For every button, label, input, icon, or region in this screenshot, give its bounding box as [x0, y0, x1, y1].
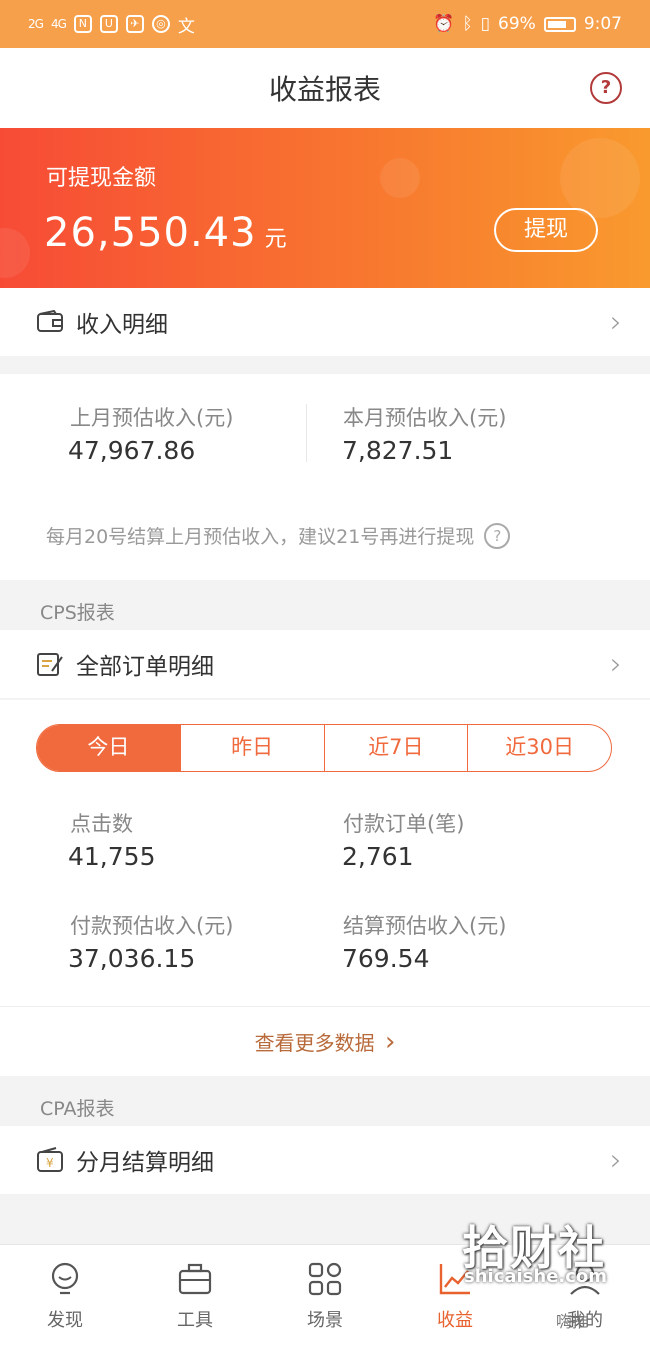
settled-income-value: 769.54: [342, 944, 430, 973]
briefcase-icon: [178, 1263, 212, 1295]
paid-orders-label: 付款订单(笔): [343, 812, 465, 836]
withdraw-button[interactable]: 提现: [494, 208, 598, 252]
page-title: 收益报表: [268, 73, 381, 106]
tab-tools[interactable]: 工具: [130, 1245, 260, 1347]
chevron-right-icon: ›: [610, 646, 622, 682]
translate-icon: 文: [177, 16, 195, 37]
vertical-divider: [306, 404, 307, 462]
status-left: 2G 4G N U ✈ ◎ 文: [28, 12, 195, 37]
grid-icon: [308, 1262, 342, 1296]
monthly-settlement-row[interactable]: ¥ 分月结算明细 ›: [0, 1126, 650, 1194]
last-month-label: 上月预估收入(元): [70, 406, 234, 430]
battery-percent: 69%: [498, 14, 536, 34]
nav-bar: 收益报表 ?: [0, 48, 650, 128]
signal-4g-icon: 4G: [50, 17, 67, 31]
tab-discover[interactable]: 发现: [0, 1245, 130, 1347]
amount-value: 26,550.43: [44, 210, 257, 256]
signal-2g-icon: 2G: [28, 17, 44, 31]
settlement-note-text: 每月20号结算上月预估收入，建议21号再进行提现: [46, 526, 475, 548]
settlement-note: 每月20号结算上月预估收入，建议21号再进行提现 ?: [46, 522, 511, 549]
paid-orders-value: 2,761: [342, 842, 414, 871]
status-right: ⏰ ᛒ ▯ 69% 9:07: [433, 14, 622, 34]
more-data-link[interactable]: 查看更多数据 ›: [0, 1006, 650, 1076]
this-month-value: 7,827.51: [342, 436, 454, 465]
app-notification-icon: U: [99, 15, 118, 33]
battery-icon: [543, 16, 576, 32]
tab-tools-label: 工具: [177, 1310, 213, 1331]
settled-income-label: 结算预估收入(元): [343, 914, 507, 938]
last-month-value: 47,967.86: [68, 436, 196, 465]
watermark-tag: 嗨推: [556, 1312, 589, 1331]
chevron-right-icon: ›: [384, 1027, 396, 1057]
tab-today[interactable]: 今日: [37, 725, 180, 771]
chevron-right-icon: ›: [610, 304, 622, 340]
wallet-icon: [37, 310, 63, 332]
clicks-label: 点击数: [70, 812, 133, 836]
paid-income-value: 37,036.15: [68, 944, 196, 973]
tab-earnings-label: 收益: [437, 1310, 473, 1331]
nfc-icon: N: [73, 15, 92, 33]
alarm-icon: ⏰: [433, 14, 455, 34]
clicks-value: 41,755: [68, 842, 156, 871]
tab-scenes[interactable]: 场景: [260, 1245, 390, 1347]
amount-unit: 元: [264, 227, 288, 252]
tab-30-days[interactable]: 近30日: [467, 725, 611, 771]
tab-7-days[interactable]: 近7日: [323, 725, 468, 771]
cps-stats-card: 今日 昨日 近7日 近30日 点击数 41,755 付款订单(笔) 2,761 …: [0, 700, 650, 1006]
yen-wallet-icon: ¥: [37, 1147, 63, 1172]
bulb-icon: [51, 1262, 79, 1295]
status-bar: 2G 4G N U ✈ ◎ 文 ⏰ ᛒ ▯ 69% 9:07: [0, 0, 650, 48]
all-orders-label: 全部订单明细: [76, 654, 214, 680]
income-detail-row[interactable]: 收入明细 ›: [0, 288, 650, 356]
decor-circle: [380, 158, 420, 198]
help-button[interactable]: ?: [590, 72, 622, 104]
watermark-url: shicaishe.com: [464, 1266, 608, 1287]
withdrawable-amount: 26,550.43 元: [44, 210, 288, 256]
order-edit-icon: [37, 653, 63, 676]
more-data-label: 查看更多数据: [254, 1031, 375, 1055]
withdrawable-label: 可提现金额: [46, 166, 157, 191]
bluetooth-icon: ᛒ: [462, 14, 473, 34]
estimate-card: 上月预估收入(元) 47,967.86 本月预估收入(元) 7,827.51 每…: [0, 374, 650, 580]
cpa-section-title: CPA报表: [40, 1098, 115, 1120]
paid-income-label: 付款预估收入(元): [70, 914, 234, 938]
tab-scenes-label: 场景: [307, 1310, 343, 1331]
chevron-right-icon: ›: [610, 1142, 622, 1178]
date-range-tabs: 今日 昨日 近7日 近30日: [36, 724, 612, 772]
monthly-settlement-label: 分月结算明细: [76, 1150, 214, 1176]
bird-app-icon: ✈: [125, 15, 144, 33]
note-help-icon[interactable]: ?: [484, 522, 511, 549]
svg-text:¥: ¥: [46, 1156, 54, 1170]
decor-circle: [560, 138, 640, 218]
this-month-label: 本月预估收入(元): [343, 406, 507, 430]
vibrate-icon: ▯: [480, 14, 491, 34]
balance-banner: 可提现金额 26,550.43 元 提现: [0, 128, 650, 288]
income-detail-label: 收入明细: [76, 312, 168, 338]
tab-discover-label: 发现: [47, 1310, 83, 1331]
decor-circle: [0, 228, 30, 278]
tab-yesterday[interactable]: 昨日: [179, 725, 324, 771]
all-orders-row[interactable]: 全部订单明细 ›: [0, 630, 650, 698]
cps-section-title: CPS报表: [40, 602, 115, 624]
clock: 9:07: [583, 14, 622, 34]
compass-app-icon: ◎: [151, 15, 170, 33]
